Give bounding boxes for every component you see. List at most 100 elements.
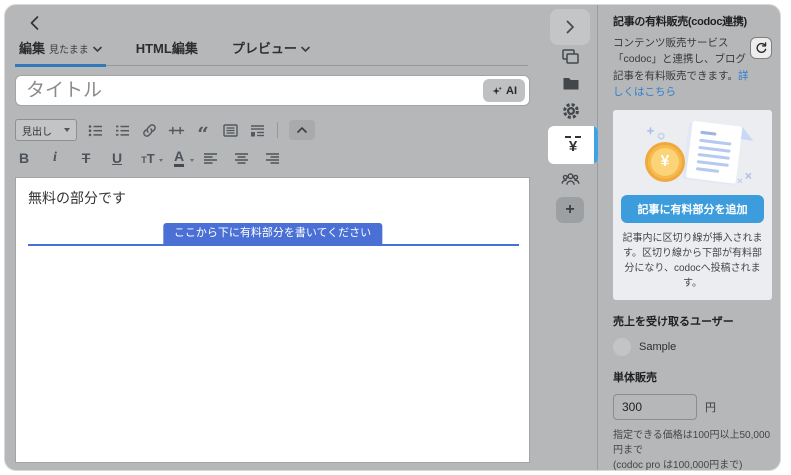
plus-icon: + [565, 201, 574, 218]
caret-down-icon [64, 128, 70, 132]
refresh-icon [754, 41, 768, 55]
align-left-button[interactable] [201, 148, 219, 168]
align-center-icon [233, 150, 250, 167]
yen-coin-icon: ¥ [645, 142, 685, 182]
seller-heading: 売上を受け取るユーザー [613, 313, 772, 329]
numbered-list-icon [114, 122, 131, 139]
panel-title: 記事の有料販売(codoc連携) [613, 13, 772, 29]
blockquote-icon: “ [197, 129, 209, 139]
align-center-button[interactable] [232, 148, 250, 168]
bullet-list-icon [87, 122, 104, 139]
toolbar-divider [277, 122, 278, 138]
caret-down-icon [190, 159, 194, 162]
editor-tabbar: 編集 見たまま HTML編集 プレビュー [15, 39, 528, 66]
table-of-contents-icon [222, 122, 239, 139]
price-input[interactable] [613, 394, 697, 420]
panel-description-text: コンテンツ販売サービス「codoc」と連携し、ブログ記事を有料販売できます。 [613, 37, 746, 82]
numbered-list-button[interactable] [113, 120, 131, 140]
tab-edit-label: 編集 [19, 38, 45, 57]
toolbar-collapse-button[interactable] [289, 120, 315, 140]
article-body-editor[interactable]: 無料の部分です ここから下に有料部分を書いてください [15, 177, 530, 463]
font-color-button[interactable]: A [170, 148, 188, 168]
codoc-panel: 記事の有料販売(codoc連携) コンテンツ販売サービス「codoc」と連携し、… [599, 5, 780, 470]
font-color-icon: A [174, 149, 184, 167]
paid-section-banner: ここから下に有料部分を書いてください [163, 223, 382, 244]
link-button[interactable] [140, 120, 158, 140]
bold-label: B [19, 150, 29, 166]
add-paid-section-button[interactable]: 記事に有料部分を追加 [621, 195, 764, 223]
yen-paywall-icon: ¥ [565, 136, 581, 154]
price-row: 円 [613, 394, 772, 420]
font-size-button[interactable]: TT [139, 148, 157, 168]
people-icon [561, 171, 580, 187]
seller-avatar [613, 338, 631, 356]
strikethrough-label: T [82, 150, 91, 166]
tab-edit-mode: 見たまま [49, 41, 89, 56]
panel-description: コンテンツ販売サービス「codoc」と連携し、ブログ記事を有料販売できます。詳し… [613, 35, 751, 100]
read-more-icon [168, 122, 185, 139]
paid-section-card: ¥ 記事に有料部分を追加 記事内に区切り線が挿入されます。区切り線から下部が有料… [613, 110, 772, 300]
free-section-text: 無料の部分です [28, 188, 126, 208]
folder-tool-button[interactable] [543, 76, 598, 91]
format-toolbar-row2: B i T U TT A [15, 146, 281, 170]
heading-select-value: 見出し [22, 123, 52, 138]
editor-area: 編集 見たまま HTML編集 プレビュー AI 見出し [5, 5, 543, 470]
add-tool-button[interactable]: + [556, 197, 584, 223]
paid-section-divider [28, 244, 519, 246]
read-more-button[interactable] [167, 120, 185, 140]
seller-row[interactable]: Sample [613, 338, 772, 356]
chevron-down-icon [93, 46, 102, 53]
tab-preview[interactable]: プレビュー [228, 38, 314, 65]
paid-section-note: 記事内に区切り線が挿入されます。区切り線から下部が有料部分になり、codocへ投… [621, 231, 764, 291]
font-size-icon: TT [141, 151, 154, 166]
heading-style-select[interactable]: 見出し [15, 119, 77, 141]
ai-assist-button[interactable]: AI [483, 79, 525, 102]
align-right-button[interactable] [263, 148, 281, 168]
chevron-down-icon [301, 46, 310, 53]
chevron-up-icon [295, 123, 309, 137]
italic-button[interactable]: i [46, 148, 64, 168]
tab-html[interactable]: HTML編集 [132, 38, 202, 65]
paid-sales-tool-button[interactable]: ¥ [548, 126, 598, 164]
snippet-paste-icon [249, 122, 266, 139]
tab-preview-label: プレビュー [232, 38, 297, 57]
sparkle-icon [491, 85, 503, 97]
ai-button-label: AI [506, 85, 517, 97]
link-icon [141, 122, 158, 139]
refresh-button[interactable] [750, 37, 772, 59]
underline-button[interactable]: U [108, 148, 126, 168]
single-sale-heading: 単体販売 [613, 369, 772, 385]
photos-icon [561, 48, 580, 65]
back-icon[interactable] [25, 13, 45, 33]
groups-tool-button[interactable] [543, 171, 598, 187]
title-field-wrap: AI [15, 75, 530, 106]
gear-icon [562, 102, 580, 120]
title-input[interactable] [15, 75, 530, 106]
panel-collapse-button[interactable] [550, 9, 590, 45]
snippet-paste-button[interactable] [248, 120, 266, 140]
bold-button[interactable]: B [15, 148, 33, 168]
bullet-list-button[interactable] [86, 120, 104, 140]
align-right-icon [264, 150, 281, 167]
strikethrough-button[interactable]: T [77, 148, 95, 168]
selected-tool-indicator [594, 126, 598, 164]
align-left-icon [202, 150, 219, 167]
price-range-note: 指定できる価格は100円以上50,000円まで (codoc pro は100,… [613, 428, 772, 471]
side-tool-strip: ¥ + [543, 5, 598, 470]
photos-tool-button[interactable] [543, 48, 598, 65]
seller-name: Sample [639, 341, 676, 353]
codoc-illustration: ¥ [621, 116, 764, 192]
settings-tool-button[interactable] [543, 102, 598, 120]
format-toolbar-row1: 見出し “ [15, 118, 315, 142]
folder-icon [562, 76, 580, 91]
blockquote-button[interactable]: “ [194, 120, 212, 140]
caret-down-icon [159, 159, 163, 162]
tab-edit[interactable]: 編集 見たまま [15, 38, 106, 65]
italic-label: i [53, 150, 57, 166]
underline-label: U [112, 150, 122, 166]
editor-window: 編集 見たまま HTML編集 プレビュー AI 見出し [4, 4, 781, 471]
tab-html-label: HTML編集 [136, 38, 198, 57]
table-of-contents-button[interactable] [221, 120, 239, 140]
chevron-right-icon [561, 18, 579, 36]
price-unit: 円 [705, 399, 716, 415]
